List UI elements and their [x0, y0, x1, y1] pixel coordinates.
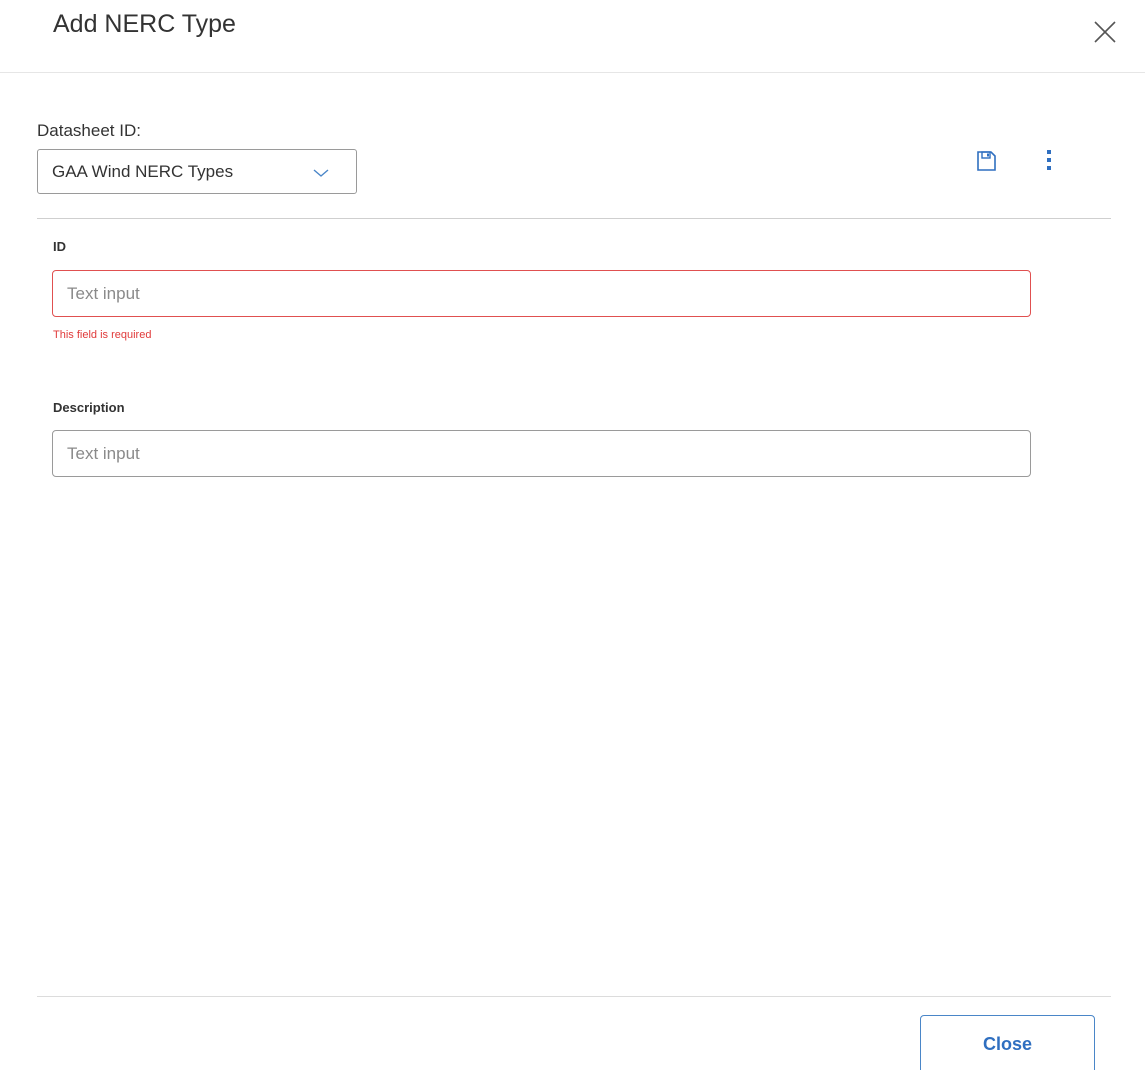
dialog-title: Add NERC Type: [53, 10, 236, 38]
datasheet-selected-value: GAA Wind NERC Types: [52, 162, 234, 181]
id-field-label: ID: [53, 239, 66, 254]
close-button[interactable]: Close: [920, 1015, 1095, 1070]
section-divider: [37, 218, 1111, 219]
footer-divider: [37, 996, 1111, 997]
id-input[interactable]: [52, 270, 1031, 317]
datasheet-select[interactable]: GAA Wind NERC Types: [37, 149, 357, 194]
more-options-icon[interactable]: [1040, 148, 1058, 174]
description-input[interactable]: [52, 430, 1031, 477]
description-field-label: Description: [53, 400, 125, 415]
datasheet-id-label: Datasheet ID:: [37, 121, 141, 140]
add-nerc-type-dialog: Add NERC Type Datasheet ID: GAA Wind NER…: [0, 0, 1145, 1070]
dialog-header: Add NERC Type: [0, 0, 1145, 73]
close-x-icon[interactable]: [1093, 20, 1117, 44]
id-required-error: This field is required: [53, 329, 152, 341]
chevron-down-icon: [311, 166, 331, 180]
save-icon[interactable]: [973, 148, 999, 174]
